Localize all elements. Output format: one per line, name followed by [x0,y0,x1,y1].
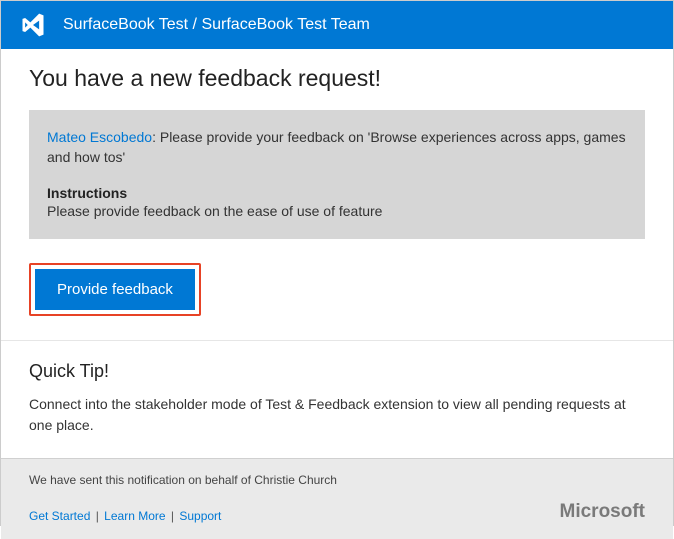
link-separator: | [92,509,102,523]
feedback-request-box: Mateo Escobedo: Please provide your feed… [29,110,645,239]
requester-name: Mateo Escobedo [47,129,152,145]
footer-row: Get Started | Learn More | Support Micro… [29,501,645,523]
cta-highlight-box: Provide feedback [29,263,201,316]
footer-links: Get Started | Learn More | Support [29,509,221,523]
instructions-text: Please provide feedback on the ease of u… [47,203,627,219]
footer-notice: We have sent this notification on behalf… [29,473,645,487]
support-link[interactable]: Support [179,509,221,523]
page-title: You have a new feedback request! [29,65,645,92]
header-title: SurfaceBook Test / SurfaceBook Test Team [63,16,370,34]
header-bar: SurfaceBook Test / SurfaceBook Test Team [1,1,673,49]
sender-name: Christie Church [254,473,337,487]
quick-tip-text: Connect into the stakeholder mode of Tes… [29,394,645,436]
visual-studio-icon [19,11,47,39]
learn-more-link[interactable]: Learn More [104,509,165,523]
get-started-link[interactable]: Get Started [29,509,90,523]
section-divider [1,340,673,341]
footer: We have sent this notification on behalf… [1,458,673,539]
notice-prefix: We have sent this notification on behalf… [29,473,254,487]
provide-feedback-button[interactable]: Provide feedback [35,269,195,310]
content-area: You have a new feedback request! Mateo E… [1,49,673,458]
microsoft-logo: Microsoft [560,501,646,523]
instructions-heading: Instructions [47,185,627,201]
request-message: Mateo Escobedo: Please provide your feed… [47,128,627,167]
link-separator: | [168,509,178,523]
quick-tip-heading: Quick Tip! [29,361,645,382]
